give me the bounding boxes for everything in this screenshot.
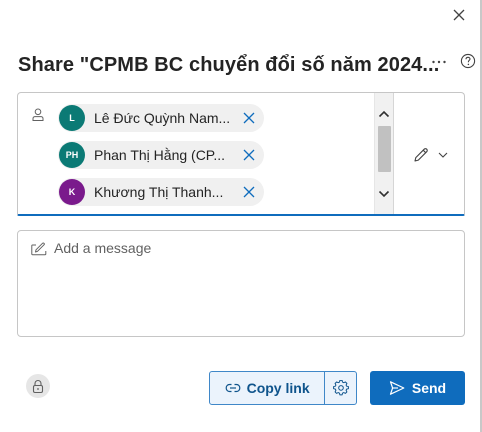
help-icon [460,53,476,69]
permission-dropdown[interactable] [406,143,454,167]
message-input[interactable] [54,240,454,330]
scroll-down-button[interactable] [375,185,393,203]
edit-pencil-icon [414,148,428,162]
send-button[interactable]: Send [370,371,465,405]
chevron-down-icon [438,152,448,158]
send-icon [389,381,405,395]
copy-link-button[interactable]: Copy link [210,372,326,404]
lock-icon [32,379,44,393]
link-settings-button[interactable] [325,372,356,404]
chevron-down-icon [378,190,390,198]
recipient-chip[interactable]: PH Phan Thị Hằng (CP... [58,141,264,169]
recipients-field[interactable]: L Lê Đức Quỳnh Nam... PH Phan Thị Hằng (… [17,92,465,216]
scroll-up-button[interactable] [375,105,393,123]
recipient-name: Khương Thị Thanh... [94,184,224,200]
close-button[interactable] [447,3,471,27]
more-options-icon [432,60,446,64]
share-dialog: Share "CPMB BC chuyển đổi số năm 2024...… [0,0,482,432]
dialog-title: Share "CPMB BC chuyển đổi số năm 2024... [18,54,440,76]
avatar: K [59,179,85,205]
gear-icon [332,380,349,396]
dismiss-icon[interactable] [242,148,256,162]
divider [393,93,394,214]
message-field[interactable] [17,230,465,337]
more-options-button[interactable] [428,52,450,72]
link-settings-lock-button[interactable] [26,374,50,398]
recipient-chip[interactable]: K Khương Thị Thanh... [58,178,264,206]
copy-link-label: Copy link [246,380,310,396]
help-button[interactable] [460,53,476,69]
recipient-name: Phan Thị Hằng (CP... [94,147,226,163]
scroll-thumb[interactable] [378,126,391,172]
recipients-scrollbar[interactable] [374,93,393,214]
send-label: Send [411,380,447,396]
dismiss-icon[interactable] [242,185,256,199]
copy-link-group: Copy link [209,371,357,405]
close-icon [453,9,465,21]
avatar: L [59,105,85,131]
chevron-up-icon [378,110,390,118]
message-edit-icon [31,242,47,256]
link-icon [225,383,240,393]
dismiss-icon[interactable] [242,111,256,125]
person-icon [32,108,44,121]
avatar: PH [59,142,85,168]
recipient-chip[interactable]: L Lê Đức Quỳnh Nam... [58,104,264,132]
recipient-name: Lê Đức Quỳnh Nam... [94,110,231,126]
